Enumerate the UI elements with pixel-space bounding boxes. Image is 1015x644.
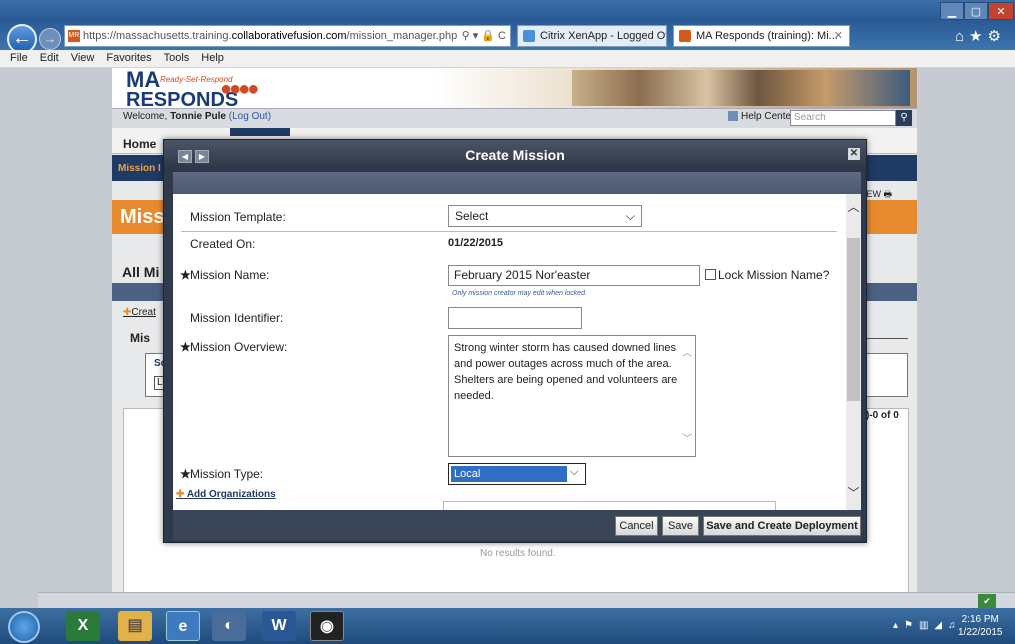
mission-name-input[interactable]: February 2015 Nor'easter: [448, 265, 700, 286]
mission-overview-text: Strong winter storm has caused downed li…: [454, 342, 678, 402]
url-path: /mission_manager.php: [346, 30, 458, 42]
menu-edit[interactable]: Edit: [34, 50, 65, 67]
status-check-icon: ✔: [978, 594, 996, 608]
add-organizations-link[interactable]: ✚ Add Organizations: [176, 489, 276, 500]
mission-identifier-input[interactable]: [448, 307, 582, 329]
scroll-down-icon[interactable]: ﹀: [846, 486, 861, 500]
modal-prev-arrow-icon[interactable]: ◀: [178, 150, 192, 163]
created-label: Created On:: [190, 237, 256, 251]
menu-view[interactable]: View: [65, 50, 101, 67]
divider: [181, 231, 837, 232]
tab-citrix[interactable]: Citrix XenApp - Logged Off: [517, 25, 667, 47]
mission-overview-label: Mission Overview:: [190, 340, 288, 354]
mission-type-value: Local: [451, 466, 567, 482]
menu-bar: File Edit View Favorites Tools Help: [0, 50, 1015, 68]
nav-active-tab[interactable]: [230, 128, 290, 136]
page-title: Miss: [120, 206, 165, 228]
menu-tools[interactable]: Tools: [158, 50, 196, 67]
file-explorer-icon[interactable]: ▤: [118, 611, 152, 641]
pager-count: )-0 of 0: [866, 410, 899, 421]
sub-nav-missions[interactable]: Mission I: [118, 163, 161, 174]
help-center-link[interactable]: Help Center: [728, 111, 794, 122]
help-center-label: Help Center: [741, 111, 795, 122]
add-icon: ✚: [176, 489, 185, 500]
maximize-button[interactable]: ▢: [964, 2, 988, 20]
excel-icon[interactable]: X: [66, 611, 100, 641]
address-bar[interactable]: MR https://massachusetts.training.collab…: [64, 25, 511, 47]
close-window-button[interactable]: ✕: [988, 2, 1014, 20]
url-prefix: https://massachusetts.training.: [83, 30, 232, 42]
welcome-text: Welcome, Tonnie Pule (Log Out): [123, 111, 271, 122]
taskbar: [0, 608, 1015, 644]
browser-tools-icons[interactable]: ⌂★⚙: [955, 27, 1006, 45]
modal-close-button[interactable]: ✕: [848, 148, 860, 160]
welcome-prefix: Welcome,: [123, 111, 168, 122]
address-controls[interactable]: ⚲ ▾ 🔒 C: [462, 26, 506, 46]
search-panel-right: [866, 353, 908, 397]
site-search-input[interactable]: Search: [790, 110, 896, 126]
created-value: 01/22/2015: [448, 237, 504, 249]
header-photo-banner: [572, 70, 910, 106]
tab-ma-responds-label: MA Responds (training): Mi...: [696, 30, 838, 42]
taskbar-clock[interactable]: 2:16 PM 1/22/2015: [958, 613, 1003, 639]
menu-help[interactable]: Help: [195, 50, 230, 67]
site-favicon-icon: [679, 30, 691, 42]
template-select-value: Select: [455, 209, 489, 223]
forward-button[interactable]: →: [39, 28, 61, 50]
menu-favorites[interactable]: Favorites: [100, 50, 157, 67]
word-icon[interactable]: W: [262, 611, 296, 641]
user-name: Tonnie Pule: [170, 111, 226, 122]
modal-scroll-thumb[interactable]: [847, 238, 860, 401]
url-domain: collaborativefusion.com: [231, 30, 347, 42]
mission-name-label: Mission Name:: [190, 268, 270, 282]
start-button[interactable]: [8, 611, 40, 643]
window-controls: ▁ ▢ ✕: [940, 2, 1014, 20]
clock-date: 1/22/2015: [958, 627, 1003, 638]
help-icon: [728, 111, 738, 122]
lock-name-label: Lock Mission Name?: [718, 268, 830, 282]
chevron-down-icon: ⌵: [570, 466, 579, 478]
add-orgs-label: Add Organizations: [186, 489, 276, 500]
template-label: Mission Template:: [190, 210, 286, 224]
lock-hint-text: Only mission creator may edit when locke…: [452, 290, 587, 297]
citrix-receiver-icon[interactable]: ◐: [212, 611, 246, 641]
search-icon[interactable]: ⚲: [896, 110, 912, 126]
lock-name-checkbox[interactable]: [705, 269, 716, 280]
chevron-down-icon: ⌵: [625, 209, 635, 223]
modal-strip: [173, 172, 861, 194]
create-mission-link[interactable]: ✚Creat: [123, 307, 156, 318]
create-link-label: Creat: [131, 307, 156, 318]
people-logo-icon: ●●●●: [220, 78, 259, 100]
scroll-up-icon[interactable]: ︿: [846, 200, 861, 214]
textarea-scroll-down-icon[interactable]: ﹀: [682, 430, 692, 445]
modal-title: Create Mission: [465, 147, 565, 163]
internet-explorer-icon[interactable]: e: [166, 611, 200, 641]
textarea-scroll-up-icon[interactable]: ︿: [682, 344, 692, 359]
template-select[interactable]: Select ⌵: [448, 205, 642, 227]
printer-icon: 🖶: [883, 189, 893, 199]
menu-file[interactable]: File: [4, 50, 34, 67]
minimize-button[interactable]: ▁: [940, 2, 964, 20]
browser-status-bar: [38, 592, 1015, 608]
tab-citrix-label: Citrix XenApp - Logged Off: [540, 30, 667, 42]
logout-link[interactable]: (Log Out): [229, 111, 271, 122]
no-results-text: No results found.: [480, 548, 556, 559]
media-player-icon[interactable]: ◉: [310, 611, 344, 641]
cancel-button[interactable]: Cancel: [615, 516, 658, 536]
tab-ma-responds[interactable]: MA Responds (training): Mi... ✕: [673, 25, 850, 47]
save-and-create-deployment-button[interactable]: Save and Create Deployment: [703, 516, 861, 536]
divider: [866, 338, 908, 339]
modal-next-arrow-icon[interactable]: ▶: [195, 150, 209, 163]
nav-home[interactable]: Home: [123, 137, 156, 151]
close-tab-icon[interactable]: ✕: [834, 26, 843, 46]
mission-type-label: Mission Type:: [190, 467, 264, 481]
ie-icon: [523, 30, 535, 42]
clock-time: 2:16 PM: [961, 614, 999, 625]
mission-identifier-label: Mission Identifier:: [190, 311, 284, 325]
all-missions-heading: All Mi: [122, 264, 160, 280]
system-tray-icons[interactable]: ▴⚑▥◢♫: [893, 620, 962, 631]
missions-subheading: Mis: [130, 331, 151, 345]
save-button[interactable]: Save: [662, 516, 699, 536]
site-favicon-icon: MR: [68, 30, 80, 42]
